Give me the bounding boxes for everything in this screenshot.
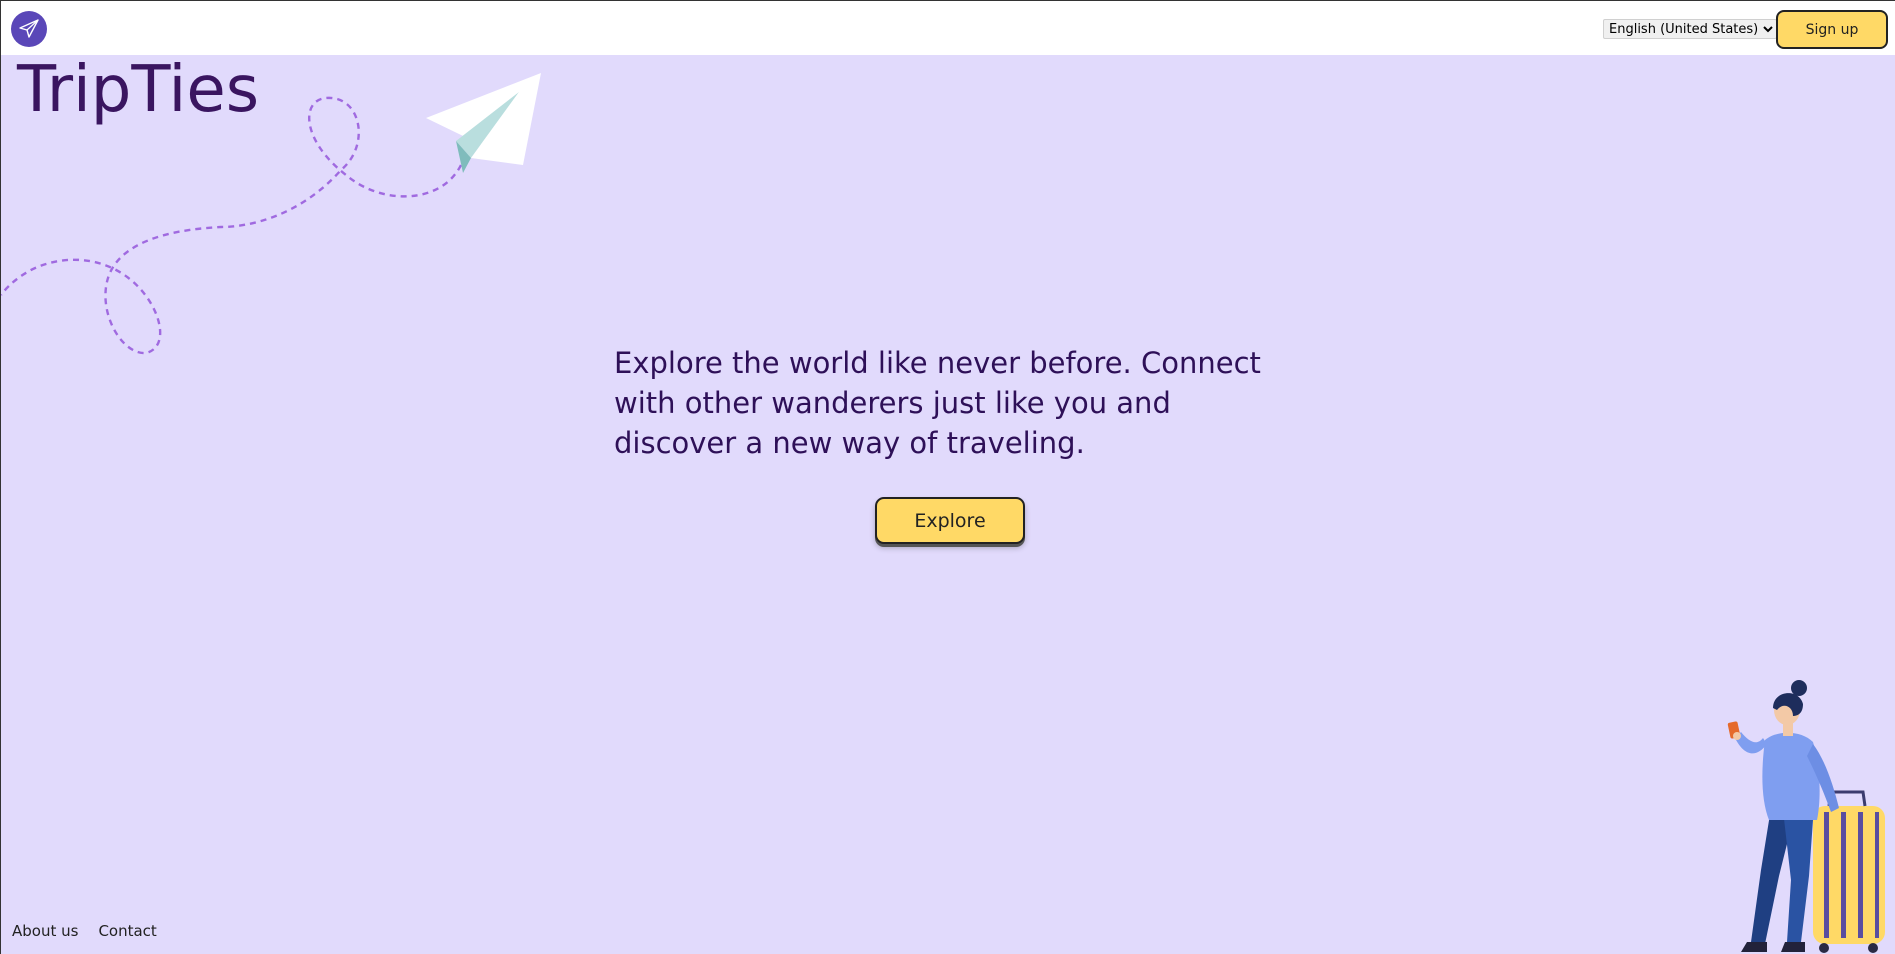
dashed-flight-path xyxy=(1,96,463,355)
traveler-legs xyxy=(1741,808,1813,952)
phone xyxy=(1727,721,1741,740)
paper-plane-illustration xyxy=(1,73,541,355)
language-select[interactable]: English (United States) xyxy=(1603,19,1777,39)
footer-links: About us Contact xyxy=(12,922,157,940)
suitcase xyxy=(1813,790,1885,953)
traveler-head xyxy=(1773,680,1807,736)
top-navigation-bar: English (United States) Sign up xyxy=(1,0,1895,55)
paper-plane-shape xyxy=(426,73,541,173)
logo[interactable] xyxy=(11,11,47,47)
paper-plane-icon xyxy=(19,19,39,38)
contact-link[interactable]: Contact xyxy=(98,922,156,940)
hero-tagline: Explore the world like never before. Con… xyxy=(614,346,1261,460)
about-us-link[interactable]: About us xyxy=(12,922,78,940)
sign-up-button[interactable]: Sign up xyxy=(1776,10,1888,49)
explore-button[interactable]: Explore xyxy=(875,497,1025,544)
traveler-with-suitcase-illustration xyxy=(1727,680,1885,953)
